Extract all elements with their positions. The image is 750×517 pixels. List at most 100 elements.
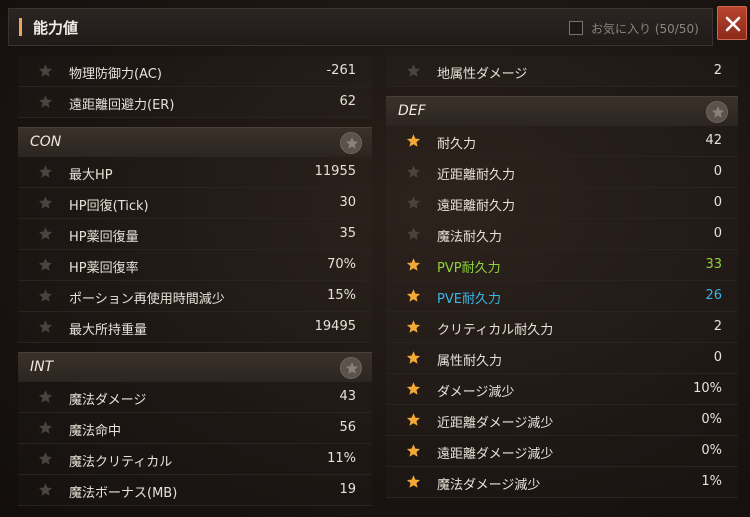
favorite-star-icon[interactable] <box>38 451 53 466</box>
stat-label: HP薬回復率 <box>69 261 139 276</box>
stat-label: 遠距離回避力(ER) <box>69 98 175 113</box>
stat-row: ダメージ減少 10% <box>386 374 738 405</box>
title-bar: 能力値 お気に入り (50/50) <box>8 8 713 46</box>
close-button[interactable] <box>717 6 747 40</box>
stat-row: 魔法ダメージ 43 <box>18 382 372 413</box>
left-top-group: 物理防御力(AC) -261 遠距離回避力(ER) 62 <box>18 56 372 118</box>
stat-label: ポーション再使用時間減少 <box>69 292 225 307</box>
int-rows: 魔法ダメージ 43 魔法命中 56 魔法クリティカル 11% 魔法ボーナス(MB) 19 <box>18 382 372 506</box>
stat-value: 62 <box>339 94 356 109</box>
stat-label: 属性耐久力 <box>437 354 503 369</box>
stat-value: 2 <box>713 319 722 334</box>
def-rows: 耐久力 42 近距離耐久力 0 遠距離耐久力 0 魔法耐久力 0 PVP耐久力 33 PVE耐久力 2… <box>386 126 738 498</box>
stat-label: HP薬回復量 <box>69 230 139 245</box>
star-icon <box>711 106 725 118</box>
stat-value: 11% <box>327 451 356 466</box>
favorite-star-icon[interactable] <box>38 257 53 272</box>
favorite-star-icon[interactable] <box>38 420 53 435</box>
stat-value: 19 <box>339 482 356 497</box>
stat-label: 遠距離耐久力 <box>437 199 516 214</box>
stat-value: 42 <box>705 133 722 148</box>
stat-value: 0 <box>713 226 722 241</box>
stat-value: 70% <box>327 257 356 272</box>
stat-value: 0 <box>713 350 722 365</box>
stat-value: 0 <box>713 164 722 179</box>
stat-row: 遠距離回避力(ER) 62 <box>18 87 372 118</box>
stat-value: 0% <box>701 412 722 427</box>
stat-row: 魔法ボーナス(MB) 19 <box>18 475 372 506</box>
stat-row: 遠距離ダメージ減少 0% <box>386 436 738 467</box>
favorite-star-icon[interactable] <box>38 195 53 210</box>
stat-label: 耐久力 <box>437 137 477 152</box>
favorite-star-icon[interactable] <box>406 288 421 303</box>
stat-row: 耐久力 42 <box>386 126 738 157</box>
favorites-checkbox[interactable] <box>569 21 583 35</box>
stat-row: 物理防御力(AC) -261 <box>18 56 372 87</box>
favorite-star-icon[interactable] <box>406 381 421 396</box>
stat-row: 魔法命中 56 <box>18 413 372 444</box>
right-top-group: 地属性ダメージ 2 <box>386 56 738 87</box>
stat-value: 43 <box>339 389 356 404</box>
stat-row: 魔法クリティカル 11% <box>18 444 372 475</box>
stat-value: 0% <box>701 443 722 458</box>
stat-value: 2 <box>713 63 722 78</box>
favorite-star-icon[interactable] <box>406 474 421 489</box>
favorite-star-icon[interactable] <box>38 319 53 334</box>
stat-label: PVP耐久力 <box>437 261 501 276</box>
section-favorite-button-con[interactable] <box>340 132 362 154</box>
stat-value: 11955 <box>314 164 356 179</box>
favorite-star-icon[interactable] <box>406 226 421 241</box>
favorite-star-icon[interactable] <box>406 63 421 78</box>
section-favorite-button-def[interactable] <box>706 101 728 123</box>
stat-row: 魔法ダメージ減少 1% <box>386 467 738 498</box>
stat-label: クリティカル耐久力 <box>437 323 554 338</box>
section-favorite-button-int[interactable] <box>340 357 362 379</box>
stat-value: 15% <box>327 288 356 303</box>
favorite-star-icon[interactable] <box>38 63 53 78</box>
stat-row: 近距離耐久力 0 <box>386 157 738 188</box>
favorite-star-icon[interactable] <box>38 164 53 179</box>
favorite-star-icon[interactable] <box>406 195 421 210</box>
favorite-star-icon[interactable] <box>38 226 53 241</box>
favorite-star-icon[interactable] <box>406 133 421 148</box>
stat-row: クリティカル耐久力 2 <box>386 312 738 343</box>
section-header-con: CON <box>18 127 372 157</box>
favorite-star-icon[interactable] <box>38 94 53 109</box>
stat-label: ダメージ減少 <box>437 385 515 400</box>
section-header-def: DEF <box>386 96 738 126</box>
favorite-star-icon[interactable] <box>406 257 421 272</box>
con-rows: 最大HP 11955 HP回復(Tick) 30 HP薬回復量 35 HP薬回復率 70% ポー… <box>18 157 372 343</box>
stat-value: 56 <box>339 420 356 435</box>
stat-value: 33 <box>705 257 722 272</box>
stat-value: 10% <box>693 381 722 396</box>
stat-label: 近距離ダメージ減少 <box>437 416 554 431</box>
stat-row: 近距離ダメージ減少 0% <box>386 405 738 436</box>
stat-label: 魔法クリティカル <box>69 455 173 470</box>
favorite-star-icon[interactable] <box>38 482 53 497</box>
favorite-star-icon[interactable] <box>406 443 421 458</box>
right-column[interactable]: 地属性ダメージ 2 DEF 耐久力 42 近距離耐久力 0 遠距離耐久力 0 魔法耐久力 0 PV… <box>386 56 738 508</box>
stat-label: 魔法耐久力 <box>437 230 503 245</box>
favorites-label: お気に入り (50/50) <box>591 22 699 36</box>
title-accent <box>19 18 22 36</box>
stat-value: -261 <box>326 63 356 78</box>
stat-label: 魔法ダメージ <box>69 393 147 408</box>
stat-value: 19495 <box>314 319 356 334</box>
stat-value: 30 <box>339 195 356 210</box>
favorite-star-icon[interactable] <box>406 350 421 365</box>
stat-row: HP薬回復率 70% <box>18 250 372 281</box>
stat-row: ポーション再使用時間減少 15% <box>18 281 372 312</box>
stat-label: 近距離耐久力 <box>437 168 516 183</box>
stat-row: 属性耐久力 0 <box>386 343 738 374</box>
stat-label: 地属性ダメージ <box>437 67 528 82</box>
favorite-star-icon[interactable] <box>406 319 421 334</box>
stat-label: 魔法ボーナス(MB) <box>69 486 178 501</box>
stat-row: HP薬回復量 35 <box>18 219 372 250</box>
stat-value: 35 <box>339 226 356 241</box>
favorite-star-icon[interactable] <box>406 164 421 179</box>
favorite-star-icon[interactable] <box>38 288 53 303</box>
stat-row: 最大所持重量 19495 <box>18 312 372 343</box>
left-column[interactable]: 物理防御力(AC) -261 遠距離回避力(ER) 62 CON 最大HP 11955 H… <box>18 56 372 508</box>
favorite-star-icon[interactable] <box>406 412 421 427</box>
favorite-star-icon[interactable] <box>38 389 53 404</box>
